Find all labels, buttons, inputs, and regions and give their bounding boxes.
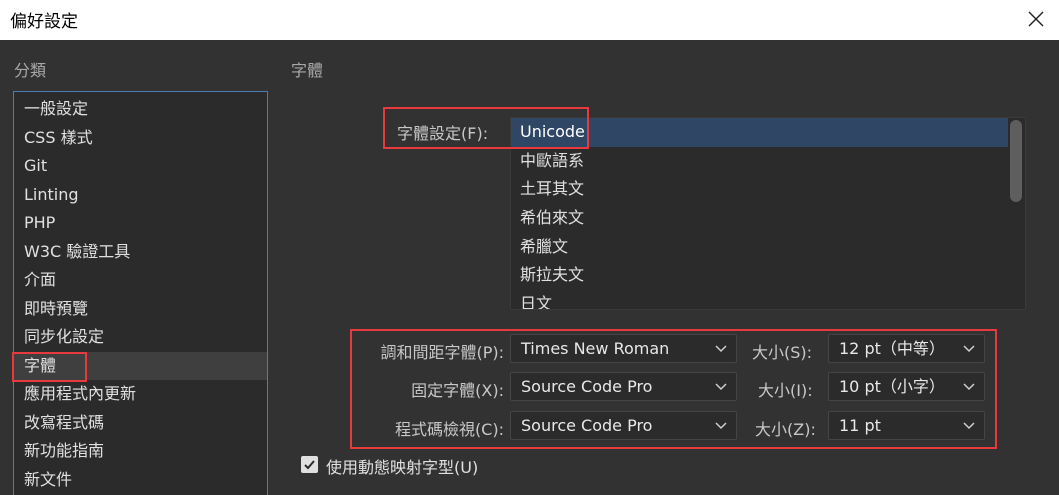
encoding-list-scrollbar[interactable] bbox=[1010, 120, 1022, 202]
sidebar-item-css-styles[interactable]: CSS 樣式 bbox=[14, 124, 267, 153]
encoding-item-greek[interactable]: 希臘文 bbox=[511, 233, 1008, 262]
sidebar-item-in-app-updates[interactable]: 應用程式內更新 bbox=[14, 380, 267, 409]
title-bar: 偏好設定 bbox=[0, 0, 1059, 40]
proportional-font-select[interactable]: Times New Roman bbox=[510, 334, 737, 363]
chevron-down-icon bbox=[715, 422, 727, 430]
encoding-label: 字體設定(F): bbox=[397, 124, 489, 143]
dynamic-font-mapping-checkbox[interactable] bbox=[301, 456, 318, 473]
sidebar-item-code-rewriting[interactable]: 改寫程式碼 bbox=[14, 409, 267, 438]
encoding-item-hebrew[interactable]: 希伯來文 bbox=[511, 204, 1008, 233]
proportional-size-select[interactable]: 12 pt（中等） bbox=[828, 334, 985, 363]
category-list[interactable]: 一般設定 CSS 樣式 Git Linting PHP W3C 驗證工具 介面 … bbox=[13, 91, 268, 495]
window-title: 偏好設定 bbox=[10, 12, 78, 32]
code-view-font-value: Source Code Pro bbox=[521, 416, 653, 435]
sidebar-item-feature-guides[interactable]: 新功能指南 bbox=[14, 437, 267, 466]
encoding-item-turkish[interactable]: 土耳其文 bbox=[511, 175, 1008, 204]
code-view-size-label: 大小(Z): bbox=[755, 420, 816, 439]
close-icon[interactable] bbox=[1023, 6, 1049, 32]
checkmark-icon bbox=[304, 460, 315, 470]
fixed-font-value: Source Code Pro bbox=[521, 377, 653, 396]
encoding-item-japanese[interactable]: 日文 bbox=[511, 290, 1008, 309]
dynamic-font-mapping-label[interactable]: 使用動態映射字型(U) bbox=[326, 454, 478, 478]
sidebar-item-interface[interactable]: 介面 bbox=[14, 266, 267, 295]
sidebar-item-new-document[interactable]: 新文件 bbox=[14, 466, 267, 495]
section-heading: 字體 bbox=[291, 61, 324, 80]
encoding-item-central-european[interactable]: 中歐語系 bbox=[511, 147, 1008, 176]
chevron-down-icon bbox=[963, 383, 975, 391]
proportional-font-value: Times New Roman bbox=[521, 339, 670, 358]
sidebar-item-sync-settings[interactable]: 同步化設定 bbox=[14, 323, 267, 352]
encoding-item-cyrillic[interactable]: 斯拉夫文 bbox=[511, 261, 1008, 290]
proportional-size-label: 大小(S): bbox=[752, 343, 813, 362]
sidebar-item-live-preview[interactable]: 即時預覽 bbox=[14, 295, 267, 324]
encoding-list[interactable]: Unicode 中歐語系 土耳其文 希伯來文 希臘文 斯拉夫文 日文 bbox=[510, 117, 1026, 310]
fixed-size-value: 10 pt（小字） bbox=[839, 377, 945, 396]
sidebar-item-git[interactable]: Git bbox=[14, 152, 267, 181]
sidebar-item-general[interactable]: 一般設定 bbox=[14, 95, 267, 124]
encoding-item-unicode[interactable]: Unicode bbox=[511, 118, 1008, 147]
sidebar-item-w3c-validator[interactable]: W3C 驗證工具 bbox=[14, 238, 267, 267]
proportional-size-value: 12 pt（中等） bbox=[839, 339, 945, 358]
fixed-size-select[interactable]: 10 pt（小字） bbox=[828, 372, 985, 401]
proportional-font-label: 調和間距字體(P): bbox=[380, 343, 504, 362]
fixed-font-label: 固定字體(X): bbox=[411, 381, 504, 400]
category-heading: 分類 bbox=[14, 61, 47, 80]
code-view-size-value: 11 pt bbox=[839, 416, 881, 435]
code-view-font-select[interactable]: Source Code Pro bbox=[510, 411, 737, 440]
code-view-font-label: 程式碼檢視(C): bbox=[394, 420, 504, 439]
sidebar-item-fonts[interactable]: 字體 bbox=[14, 351, 267, 380]
chevron-down-icon bbox=[715, 345, 727, 353]
code-view-size-select[interactable]: 11 pt bbox=[828, 411, 985, 440]
sidebar-item-linting[interactable]: Linting bbox=[14, 181, 267, 210]
chevron-down-icon bbox=[963, 422, 975, 430]
fixed-font-select[interactable]: Source Code Pro bbox=[510, 372, 737, 401]
chevron-down-icon bbox=[963, 345, 975, 353]
sidebar-item-php[interactable]: PHP bbox=[14, 209, 267, 238]
chevron-down-icon bbox=[715, 383, 727, 391]
fixed-size-label: 大小(I): bbox=[758, 381, 813, 400]
